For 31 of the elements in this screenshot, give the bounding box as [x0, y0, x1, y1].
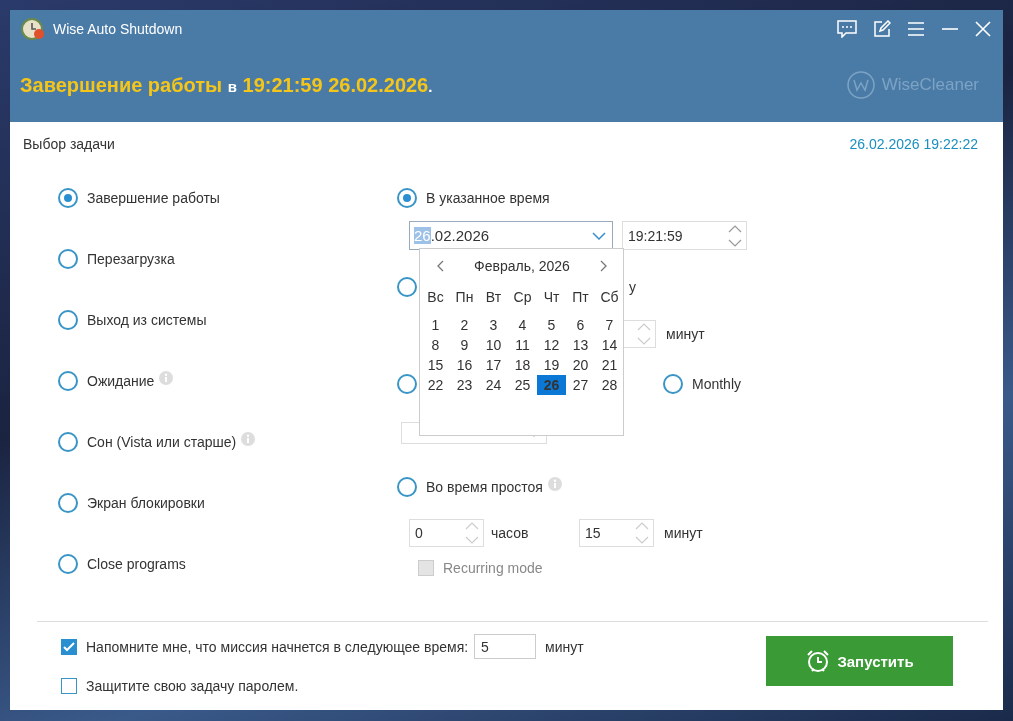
- checkbox-label: Напомните мне, что миссия начнется в следующее время:: [86, 638, 469, 655]
- option-label: у: [629, 279, 636, 295]
- unit-label: часов: [491, 525, 530, 541]
- option-label: В указанное время: [426, 190, 550, 206]
- task-label: Close programs: [87, 555, 186, 572]
- section-title: Выбор задачи: [23, 136, 115, 152]
- window-title: Wise Auto Shutdown: [53, 21, 183, 37]
- weekday-label: Чт: [542, 288, 561, 307]
- option-label: Во время простоя: [426, 479, 543, 495]
- weekday-label: Вт: [484, 288, 503, 307]
- weekday-label: Ср: [512, 288, 533, 307]
- current-time: 26.02.2026 19:22:22: [849, 136, 978, 152]
- task-label: Завершение работы: [87, 189, 220, 206]
- weekday-label: Пн: [454, 288, 475, 307]
- date-value: 26.02.2026: [414, 227, 490, 244]
- task-label: Выход из системы: [87, 311, 207, 328]
- month-title: Февраль, 2026: [474, 258, 570, 274]
- unit-label: минут: [545, 638, 584, 655]
- unit-label: минут: [666, 326, 705, 342]
- weekday-label: Сб: [599, 288, 620, 307]
- shutdown-summary: Завершение работы в 19:21:59 26.02.2026.: [20, 73, 433, 97]
- option-label: Monthly: [692, 376, 742, 392]
- checkbox-label: Recurring mode: [443, 560, 543, 576]
- task-label: Ожидание: [87, 372, 155, 389]
- task-label: Перезагрузка: [87, 250, 175, 267]
- weekday-label: Пт: [571, 288, 590, 307]
- weekday-label: Вс: [426, 288, 445, 307]
- task-label: Сон (Vista или старше): [87, 433, 237, 450]
- checkbox-label: Защитите свою задачу паролем.: [86, 677, 299, 694]
- unit-label: минут: [664, 525, 703, 541]
- task-label: Экран блокировки: [87, 494, 205, 511]
